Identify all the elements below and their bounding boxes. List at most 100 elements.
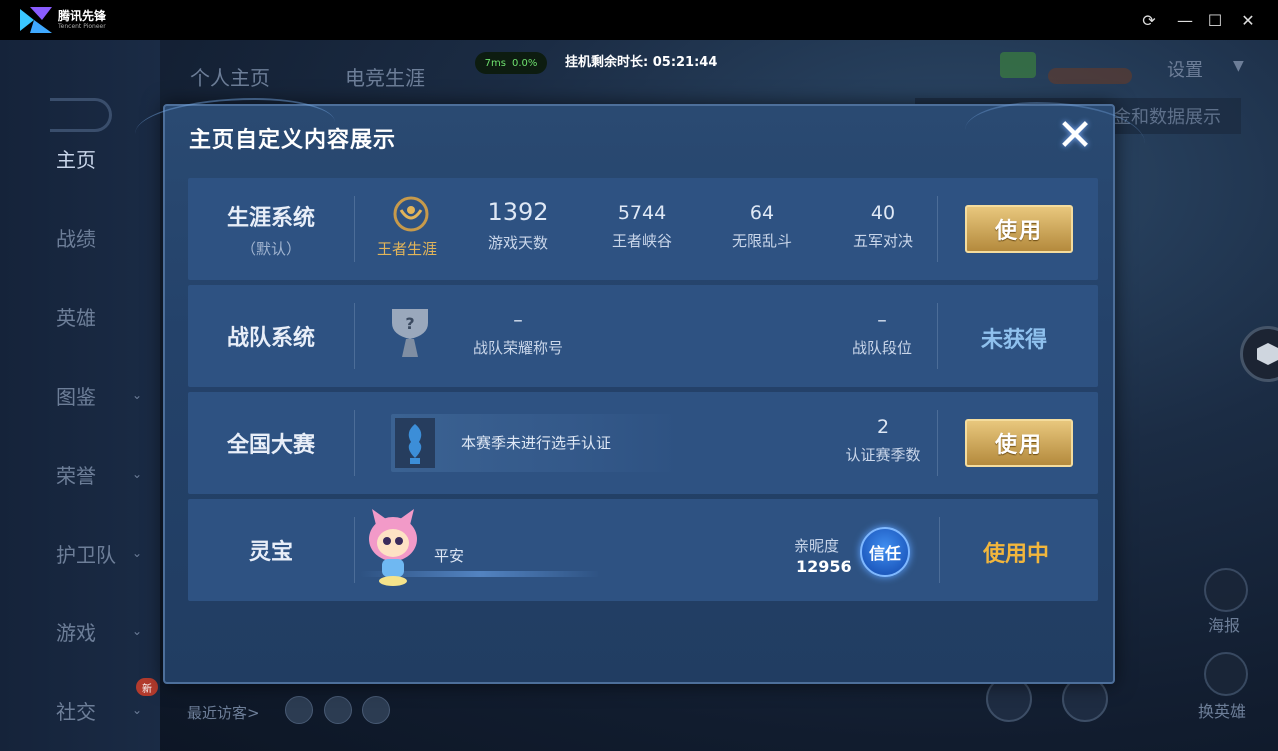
stat-value: 64 bbox=[749, 202, 775, 224]
national-use-button[interactable]: 使用 bbox=[965, 419, 1073, 467]
career-emblem-label: 王者生涯 bbox=[377, 240, 438, 258]
stat-label: 五军对决 bbox=[852, 232, 913, 250]
pet-avatar-icon bbox=[369, 509, 417, 586]
mini-tag bbox=[1048, 68, 1132, 84]
svg-text:?: ? bbox=[405, 314, 414, 333]
stat-value: 1392 bbox=[487, 198, 549, 226]
nav-item[interactable]: 护卫队 ⌄ bbox=[0, 533, 160, 573]
visitor-avatar[interactable] bbox=[362, 696, 390, 724]
pet-title: 灵宝 bbox=[248, 540, 293, 565]
divider bbox=[937, 196, 938, 262]
nav-item[interactable]: 荣誉 ⌄ bbox=[0, 454, 160, 494]
stat-game-days: 1392 游戏天数 bbox=[478, 198, 558, 253]
settings-button[interactable]: 设置 bbox=[1167, 56, 1203, 82]
nav-item-label: 主页 bbox=[56, 147, 96, 172]
chevron-down-icon: ⌄ bbox=[132, 703, 143, 717]
tab-esports-career[interactable]: 电竞生涯 bbox=[345, 62, 425, 91]
row-title: 全国大赛 bbox=[188, 392, 354, 494]
nav-item-label: 护卫队 bbox=[56, 542, 116, 567]
row-title: 战队系统 bbox=[188, 285, 354, 387]
divider bbox=[937, 303, 938, 369]
career-use-button[interactable]: 使用 bbox=[965, 205, 1073, 253]
nav-item-label: 社交 bbox=[56, 699, 96, 724]
poster-icon[interactable] bbox=[1204, 568, 1248, 612]
back-arrow-icon[interactable] bbox=[50, 98, 112, 132]
visitor-avatar[interactable] bbox=[285, 696, 313, 724]
tournament-trophy-icon bbox=[395, 418, 435, 468]
certification-banner: 本赛季未进行选手认证 bbox=[391, 414, 681, 472]
career-subtitle: （默认） bbox=[240, 239, 301, 258]
dialog-title: 主页自定义内容展示 bbox=[189, 128, 397, 153]
team-rank-value: – bbox=[877, 309, 887, 331]
maximize-icon[interactable]: ☐ bbox=[1205, 10, 1225, 30]
hang-time: 挂机剩余时长: 05:21:44 bbox=[565, 55, 718, 70]
team-rank-label: 战队段位 bbox=[851, 339, 912, 357]
nav-item-label: 战绩 bbox=[56, 226, 96, 251]
app-logo-icon bbox=[20, 7, 52, 33]
divider bbox=[354, 410, 355, 476]
intimacy-value: 12956 bbox=[796, 557, 852, 576]
tab-personal-home[interactable]: 个人主页 bbox=[190, 62, 270, 91]
chevron-down-icon: ▼ bbox=[1233, 58, 1244, 74]
new-badge: 新 bbox=[136, 678, 158, 696]
green-badge-icon bbox=[1000, 52, 1036, 78]
chevron-down-icon: ⌄ bbox=[132, 467, 143, 481]
change-hero-label: 换英雄 bbox=[1198, 702, 1247, 721]
nav-item-label: 英雄 bbox=[56, 305, 96, 330]
nav-item[interactable]: 英雄 bbox=[0, 296, 160, 336]
app-name: 腾讯先锋 bbox=[58, 9, 107, 23]
nav-item[interactable]: 游戏 ⌄ bbox=[0, 611, 160, 651]
trust-badge: 信任 bbox=[860, 527, 910, 577]
national-title: 全国大赛 bbox=[226, 433, 315, 458]
team-title: 战队系统 bbox=[226, 326, 315, 351]
team-honor-label: 战队荣耀称号 bbox=[472, 339, 563, 357]
ping-indicator: 7ms 0.0% bbox=[475, 52, 547, 74]
divider bbox=[939, 517, 940, 583]
king-career-emblem-icon bbox=[393, 196, 429, 232]
divider bbox=[937, 410, 938, 476]
team-honor: – 战队荣耀称号 bbox=[458, 309, 578, 358]
team-status: 未获得 bbox=[981, 328, 1048, 353]
stat-label: 无限乱斗 bbox=[731, 232, 792, 250]
stat-value: 40 bbox=[870, 202, 896, 224]
loss-value: 0.0% bbox=[511, 57, 538, 69]
stat-label: 游戏天数 bbox=[487, 234, 548, 252]
stat-king-canyon: 5744 王者峡谷 bbox=[602, 202, 682, 251]
stat-value: 5744 bbox=[617, 202, 667, 224]
team-rank: – 战队段位 bbox=[842, 309, 922, 358]
nav-item-label: 荣誉 bbox=[56, 463, 96, 488]
nav-item[interactable]: 图鉴 ⌄ bbox=[0, 375, 160, 415]
team-trophy-icon: ? bbox=[392, 309, 428, 357]
row-title: 生涯系统 （默认） bbox=[188, 178, 354, 280]
nav-item-label: 游戏 bbox=[56, 620, 96, 645]
visitor-avatar[interactable] bbox=[324, 696, 352, 724]
team-row: 战队系统 ? – 战队荣耀称号 – 战队段位 未获得 bbox=[188, 285, 1098, 387]
career-row: 生涯系统 （默认） 王者生涯 1392 游戏天数 5744 王者峡谷 64 无限… bbox=[188, 178, 1098, 280]
divider bbox=[354, 517, 355, 583]
pet-row: 灵宝 平安 亲昵度 12956 信任 使用中 bbox=[188, 499, 1098, 601]
chevron-down-icon: ⌄ bbox=[132, 624, 143, 638]
close-icon[interactable]: ✕ bbox=[1238, 10, 1258, 30]
divider bbox=[354, 196, 355, 262]
pet-in-use-status: 使用中 bbox=[983, 542, 1050, 567]
stat-five-army: 40 五军对决 bbox=[843, 202, 923, 251]
season-label: 认证赛季数 bbox=[845, 446, 921, 464]
close-dialog-icon[interactable]: ✕ bbox=[1053, 114, 1097, 158]
refresh-icon[interactable]: ⟳ bbox=[1139, 10, 1159, 30]
stat-label: 王者峡谷 bbox=[611, 232, 672, 250]
recent-visitors-link[interactable]: 最近访客> bbox=[187, 702, 260, 723]
minimize-icon[interactable]: — bbox=[1175, 10, 1195, 30]
stat-infinite-brawl: 64 无限乱斗 bbox=[722, 202, 802, 251]
ping-value: 7ms bbox=[484, 57, 506, 69]
window-titlebar: 腾讯先锋 Tencent Pioneer ⟳ — ☐ ✕ bbox=[0, 0, 1278, 40]
national-row: 全国大赛 本赛季未进行选手认证 2 认证赛季数 使用 bbox=[188, 392, 1098, 494]
change-hero-icon[interactable] bbox=[1204, 652, 1248, 696]
app-name-en: Tencent Pioneer bbox=[58, 23, 106, 30]
nav-item[interactable]: 战绩 bbox=[0, 217, 160, 257]
pet-name: 平安 bbox=[434, 547, 465, 565]
cert-text: 本赛季未进行选手认证 bbox=[461, 434, 612, 452]
divider bbox=[354, 303, 355, 369]
nav-item[interactable]: 社交 ⌄ bbox=[0, 690, 160, 730]
poster-label: 海报 bbox=[1208, 616, 1241, 635]
intimacy-label: 亲昵度 bbox=[794, 537, 840, 555]
